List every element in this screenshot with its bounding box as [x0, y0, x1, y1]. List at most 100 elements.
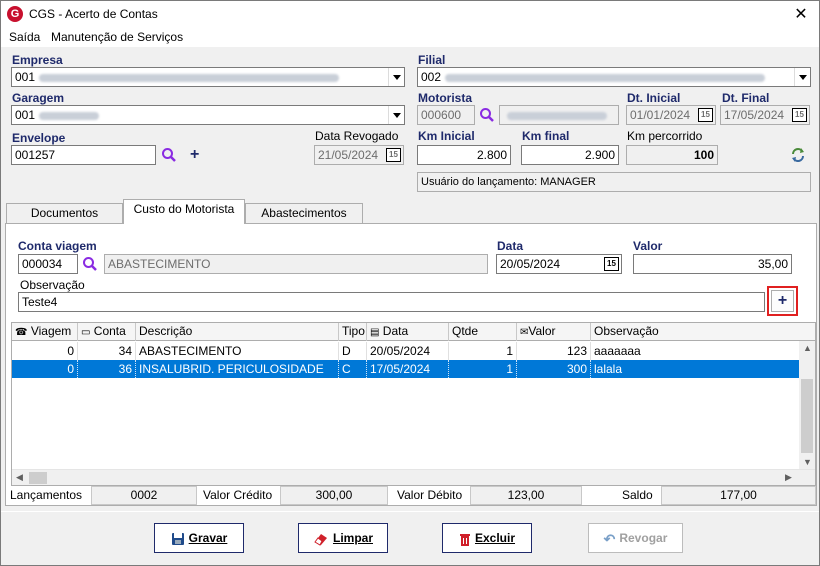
close-icon[interactable]: ✕ — [791, 4, 811, 24]
col-descricao[interactable]: Descrição — [136, 323, 339, 341]
table-row[interactable]: 0 34 ABASTECIMENTO D 20/05/2024 1 123 aa… — [12, 342, 800, 360]
gravar-button[interactable]: Gravar — [154, 523, 244, 553]
col-qtde[interactable]: Qtde — [449, 323, 517, 341]
filial-select[interactable]: 002 — [417, 67, 811, 87]
cell-qtde: 1 — [449, 342, 517, 360]
dt-inicial-label: Dt. Inicial — [627, 91, 681, 105]
filial-value: 002 — [421, 70, 442, 84]
col-tipo[interactable]: Tipo — [339, 323, 367, 341]
title-bar: G CGS - Acerto de Contas ✕ — [1, 1, 819, 27]
menu-manutencao-servicos[interactable]: Manutenção de Serviços — [51, 30, 183, 44]
data-revogado-value: 21/05/2024 — [318, 148, 379, 162]
card-icon: ▭ — [81, 327, 91, 338]
data-revogado-label: Data Revogado — [315, 129, 399, 143]
grid-header: ☎ Viagem ▭ Conta Descrição Tipo ▤ Data Q… — [12, 323, 815, 341]
revogar-button[interactable]: ↶ Revogar — [588, 523, 683, 553]
excluir-label: Excluir — [474, 531, 516, 545]
conta-viagem-label: Conta viagem — [18, 239, 97, 253]
motorista-code-field[interactable]: 000600 — [417, 105, 475, 125]
col-valor-label: Valor — [528, 324, 556, 338]
tab-custo-motorista[interactable]: Custo do Motorista — [123, 199, 245, 224]
valor-label: Valor — [633, 239, 663, 253]
tab-strip: Documentos Custo do Motorista Abastecime… — [1, 199, 819, 224]
km-percorrido-field: 100 — [626, 145, 718, 165]
observacao-field[interactable]: Teste4 — [18, 292, 765, 312]
calendar-icon[interactable]: 15 — [698, 108, 713, 122]
cell-observacao: aaaaaaa — [594, 344, 641, 358]
motorista-name-field — [499, 105, 619, 125]
col-valor[interactable]: ✉Valor — [517, 323, 591, 341]
add-envelope-icon[interactable]: + — [190, 147, 199, 163]
tab-documentos[interactable]: Documentos — [6, 203, 123, 223]
table-row[interactable]: 0 36 INSALUBRID. PERICULOSIDADE C 17/05/… — [12, 360, 800, 378]
km-final-field[interactable]: 2.900 — [521, 145, 619, 165]
add-item-button[interactable]: + — [771, 290, 794, 312]
km-percorrido-label: Km percorrido — [627, 129, 703, 143]
window-title: CGS - Acerto de Contas — [29, 7, 158, 21]
cell-descricao: ABASTECIMENTO — [136, 342, 339, 360]
dt-final-label: Dt. Final — [722, 91, 770, 105]
tab-abastecimentos[interactable]: Abastecimentos — [245, 203, 363, 223]
conta-viagem-field[interactable]: 000034 — [18, 254, 78, 274]
col-conta[interactable]: ▭ Conta — [78, 323, 136, 341]
cell-valor: 300 — [517, 360, 591, 378]
limpar-button[interactable]: Limpar — [298, 523, 388, 553]
menu-saida[interactable]: Saída — [9, 30, 40, 44]
envelope-field[interactable]: 001257 — [11, 145, 156, 165]
cell-valor: 123 — [517, 342, 591, 360]
col-viagem[interactable]: ☎ Viagem — [12, 323, 78, 341]
undo-icon: ↶ — [603, 530, 616, 547]
scroll-thumb[interactable] — [801, 379, 813, 453]
calendar-icon[interactable]: 15 — [604, 257, 619, 271]
col-data[interactable]: ▤ Data — [367, 323, 449, 341]
hscroll-thumb[interactable] — [29, 472, 47, 484]
menu-bar: Saída Manutenção de Serviços — [1, 27, 819, 47]
refresh-icon[interactable] — [790, 147, 806, 163]
lancamentos-value: 0002 — [91, 486, 197, 505]
calendar-icon[interactable]: 15 — [386, 148, 401, 162]
chevron-down-icon[interactable] — [794, 68, 810, 86]
search-icon[interactable] — [161, 147, 177, 163]
debito-value: 123,00 — [470, 486, 582, 505]
debito-label: Valor Débito — [397, 488, 463, 502]
scroll-down-icon[interactable]: ▼ — [803, 457, 812, 467]
revogar-label: Revogar — [619, 531, 668, 545]
data-revogado-field[interactable]: 21/05/2024 15 — [314, 145, 404, 165]
dt-inicial-field[interactable]: 01/01/2024 15 — [626, 105, 716, 125]
garagem-label: Garagem — [12, 91, 65, 105]
horizontal-scrollbar[interactable]: ◀ ▶ — [12, 469, 815, 485]
scroll-right-icon[interactable]: ▶ — [785, 472, 792, 483]
km-inicial-label: Km Inicial — [418, 129, 475, 143]
window: G CGS - Acerto de Contas ✕ Saída Manuten… — [0, 0, 820, 566]
chevron-down-icon[interactable] — [388, 68, 404, 86]
scroll-left-icon[interactable]: ◀ — [16, 472, 23, 483]
vertical-scrollbar[interactable]: ▲ ▼ — [799, 341, 815, 469]
cell-qtde: 1 — [449, 360, 517, 378]
tab-panel-custo-motorista: Conta viagem 000034 ABASTECIMENTO Data 2… — [5, 223, 817, 506]
search-icon[interactable] — [82, 256, 98, 272]
garagem-select[interactable]: 001 — [11, 105, 405, 125]
gravar-label: Gravar — [188, 531, 228, 545]
excluir-button[interactable]: Excluir — [442, 523, 532, 553]
calendar-icon[interactable]: 15 — [792, 108, 807, 122]
km-inicial-field[interactable]: 2.800 — [417, 145, 511, 165]
footer-actions: Gravar Limpar Excluir ↶ Revogar — [1, 511, 819, 565]
search-icon[interactable] — [479, 107, 495, 123]
scroll-up-icon[interactable]: ▲ — [803, 343, 812, 353]
data-field[interactable]: 20/05/2024 15 — [496, 254, 622, 274]
dt-final-field[interactable]: 17/05/2024 15 — [720, 105, 810, 125]
col-observacao[interactable]: Observação — [591, 323, 815, 341]
col-data-label: Data — [382, 324, 409, 338]
app-logo-icon: G — [7, 6, 23, 22]
saldo-label: Saldo — [622, 488, 653, 502]
cell-data: 17/05/2024 — [367, 360, 449, 378]
filial-label: Filial — [418, 53, 446, 67]
chevron-down-icon[interactable] — [388, 106, 404, 124]
cell-descricao: INSALUBRID. PERICULOSIDADE — [136, 360, 339, 378]
valor-field[interactable]: 35,00 — [633, 254, 792, 274]
km-final-label: Km final — [522, 129, 570, 143]
cell-viagem: 0 — [12, 360, 78, 378]
empresa-select[interactable]: 001 — [11, 67, 405, 87]
data-value: 20/05/2024 — [500, 257, 561, 271]
lancamentos-label: Lançamentos — [10, 488, 83, 502]
